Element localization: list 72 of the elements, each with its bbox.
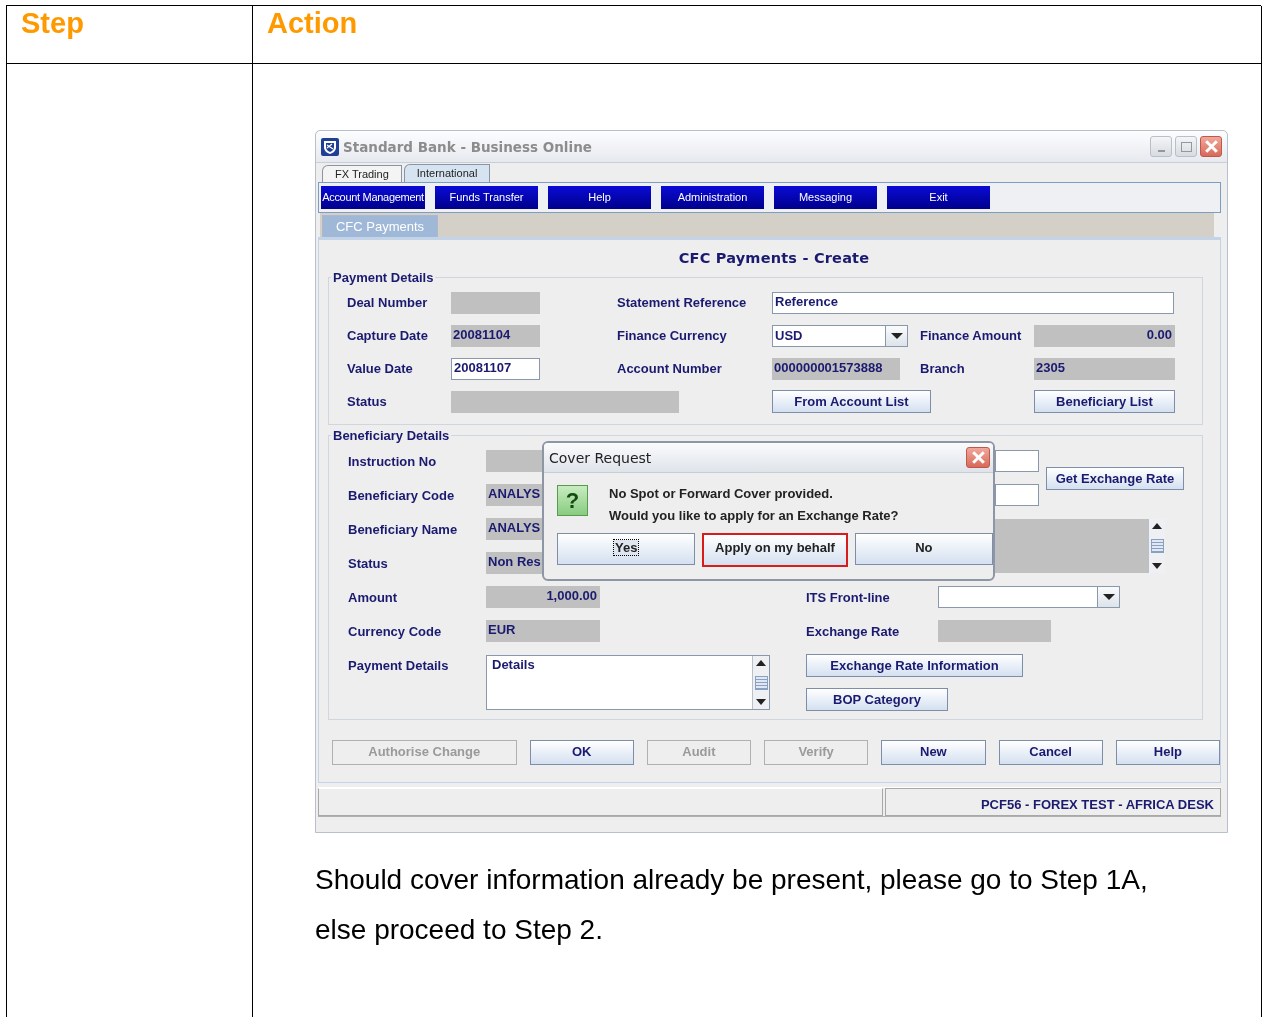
button[interactable]: Beneficiary List: [1034, 390, 1175, 413]
button[interactable]: Apply on my behalf: [702, 533, 848, 567]
read-only-field: 20081104: [451, 324, 540, 347]
field-label: Status: [348, 555, 388, 571]
dialog-title: Cover Request: [549, 449, 652, 466]
shield-icon: [321, 137, 339, 156]
status-text: PCF56 - FOREX TEST - AFRICA DESK: [885, 788, 1221, 816]
button[interactable]: Get Exchange Rate: [1046, 466, 1184, 490]
text-field[interactable]: [995, 484, 1039, 506]
button[interactable]: New: [881, 740, 986, 765]
field-label: Branch: [920, 361, 965, 376]
field-label: Statement Reference: [617, 295, 747, 310]
text-field[interactable]: Reference: [772, 291, 1174, 314]
message-text: No Spot or Forward Cover provided.: [609, 485, 834, 503]
text-field[interactable]: [995, 450, 1039, 472]
column-header: Step: [7, 6, 253, 64]
tab[interactable]: FX Trading: [322, 165, 402, 182]
field-label: Exchange Rate: [806, 623, 900, 639]
button[interactable]: Help: [1115, 740, 1220, 765]
menu-button[interactable]: Messaging: [774, 186, 877, 209]
field-label: Deal Number: [347, 295, 428, 310]
scroll-bar[interactable]: [1148, 519, 1165, 573]
caret-icon: [890, 332, 903, 339]
dropdown-field[interactable]: [938, 586, 1120, 608]
text-field[interactable]: 20081107: [451, 357, 540, 380]
scroll-bar[interactable]: [752, 656, 769, 709]
button[interactable]: Yes: [557, 533, 696, 565]
field-label: Beneficiary Code: [348, 487, 455, 503]
window-title: Standard Bank - Business Online: [343, 138, 592, 155]
menu-button[interactable]: Help: [548, 186, 651, 209]
section-legend: Beneficiary Details: [331, 428, 452, 443]
field-label: Finance Currency: [617, 328, 727, 343]
read-only-field: 000000001573888: [772, 357, 900, 380]
field-label: Finance Amount: [920, 328, 1022, 343]
field-label: Status: [347, 394, 387, 409]
field-label: Account Number: [617, 361, 722, 376]
button[interactable]: From Account List: [772, 390, 931, 413]
button[interactable]: BOP Category: [806, 687, 948, 711]
button[interactable]: Cancel: [998, 740, 1103, 765]
instruction-text: Should cover information already be present, please go to Step 1A, else proceed to Step 2.: [315, 863, 1149, 947]
minimize-button[interactable]: [1150, 136, 1172, 157]
button[interactable]: Exchange Rate Information: [806, 653, 1023, 677]
text-area[interactable]: Details: [486, 655, 770, 710]
field-label: Currency Code: [348, 623, 442, 639]
field-label: Instruction No: [348, 453, 437, 469]
field-label: Payment Details: [348, 657, 449, 673]
close-button[interactable]: [966, 447, 990, 468]
caret-icon: [1102, 594, 1115, 600]
field-label: ITS Front-line: [806, 589, 890, 605]
field-label: Beneficiary Name: [348, 521, 458, 537]
message-text: Would you like to apply for an Exchange Rate?: [609, 507, 899, 525]
menu-button[interactable]: Account Management: [321, 186, 425, 209]
field-label: Capture Date: [347, 328, 428, 343]
read-only-field: 0.00: [1034, 324, 1175, 347]
section-legend: Payment Details: [331, 270, 436, 285]
question-icon: ?: [557, 485, 588, 516]
field-label: Amount: [348, 589, 398, 605]
read-only-field: EUR: [486, 620, 600, 642]
menu-button[interactable]: Exit: [887, 186, 990, 209]
read-only-field: 2305: [1034, 357, 1175, 380]
read-only-field: 1,000.00: [486, 586, 600, 608]
close-button[interactable]: [1200, 136, 1222, 157]
menu-button[interactable]: Administration: [661, 186, 764, 209]
button[interactable]: No: [854, 533, 993, 565]
field-label: Value Date: [347, 361, 413, 376]
column-header: Action: [253, 6, 1262, 64]
menu-button[interactable]: Funds Transfer: [435, 186, 538, 209]
maximize-button[interactable]: [1175, 136, 1197, 157]
form-heading: CFC Payments - Create: [677, 249, 871, 268]
button[interactable]: OK: [529, 740, 634, 765]
dropdown-field[interactable]: USD: [772, 324, 908, 347]
tab[interactable]: International: [403, 164, 491, 182]
